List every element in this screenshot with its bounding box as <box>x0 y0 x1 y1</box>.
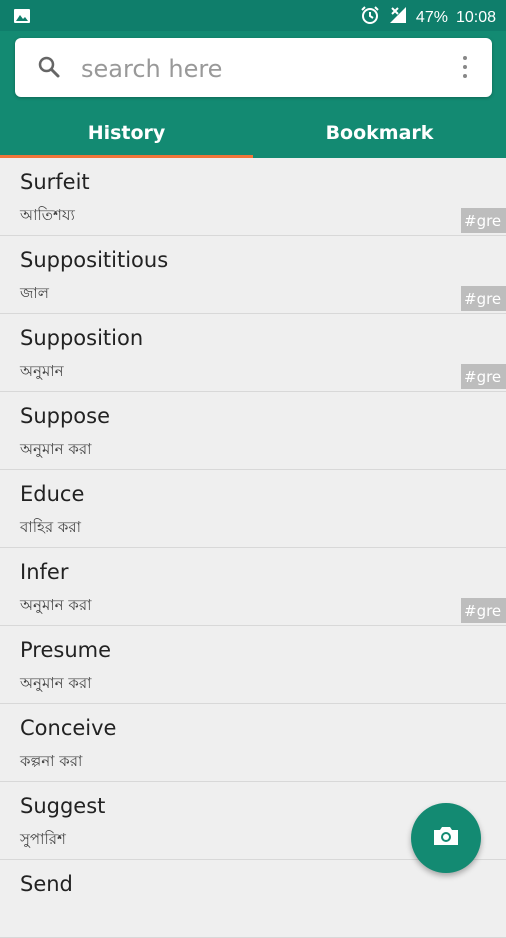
list-item[interactable]: Supposititious জাল #gre <box>0 236 506 314</box>
list-item[interactable]: Educe বাহির করা <box>0 470 506 548</box>
word-text: Supposititious <box>20 248 169 272</box>
meaning-text: অনুমান করা <box>20 596 92 614</box>
camera-button[interactable] <box>411 803 481 873</box>
tag-badge: #gre <box>461 364 506 389</box>
meaning-text: অনুমান করা <box>20 674 92 692</box>
battery-level: 47% <box>415 8 448 26</box>
word-text: Suppose <box>20 404 111 428</box>
status-bar: 47% 10:08 <box>0 0 506 31</box>
list-item[interactable]: Infer অনুমান করা #gre <box>0 548 506 626</box>
search-bar[interactable] <box>15 38 492 97</box>
word-text: Send <box>20 872 73 896</box>
meaning-text: আতিশয্য <box>20 206 75 224</box>
tab-bookmark[interactable]: Bookmark <box>253 107 506 158</box>
list-item[interactable]: Surfeit আতিশয্য #gre <box>0 158 506 236</box>
word-text: Supposition <box>20 326 144 350</box>
word-text: Infer <box>20 560 69 584</box>
meaning-text: সুপারিশ <box>20 830 66 848</box>
overflow-menu-icon[interactable] <box>462 56 468 80</box>
alarm-icon <box>360 5 380 30</box>
list-item[interactable]: Suppose অনুমান করা <box>0 392 506 470</box>
word-text: Suggest <box>20 794 106 818</box>
app-header: History Bookmark <box>0 31 506 158</box>
tag-badge: #gre <box>461 208 506 233</box>
meaning-text: বাহির করা <box>20 518 81 536</box>
tab-bar: History Bookmark <box>0 107 506 158</box>
meaning-text: কল্পনা করা <box>20 752 83 770</box>
tag-badge: #gre <box>461 598 506 623</box>
list-item[interactable]: Conceive কল্পনা করা <box>0 704 506 782</box>
meaning-text: জাল <box>20 284 49 302</box>
search-icon[interactable] <box>37 55 61 83</box>
signal-icon <box>388 5 408 30</box>
camera-icon <box>431 824 461 852</box>
search-input[interactable] <box>79 48 443 90</box>
list-item[interactable]: Supposition অনুমান #gre <box>0 314 506 392</box>
meaning-text: অনুমান করা <box>20 440 92 458</box>
tab-history[interactable]: History <box>0 107 253 158</box>
word-text: Conceive <box>20 716 117 740</box>
list-item[interactable]: Presume অনুমান করা <box>0 626 506 704</box>
word-text: Presume <box>20 638 112 662</box>
meaning-text: অনুমান <box>20 362 64 380</box>
image-icon <box>14 8 30 27</box>
word-text: Educe <box>20 482 85 506</box>
word-text: Surfeit <box>20 170 90 194</box>
clock: 10:08 <box>455 8 496 26</box>
list-item[interactable]: Send <box>0 860 506 938</box>
tag-badge: #gre <box>461 286 506 311</box>
